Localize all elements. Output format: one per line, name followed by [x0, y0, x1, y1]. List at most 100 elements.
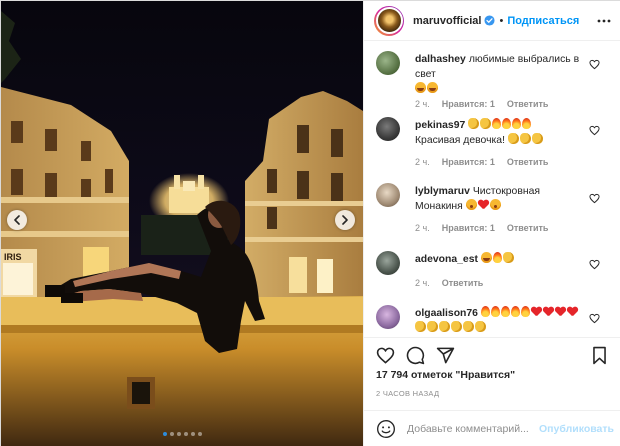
heart-icon[interactable] [376, 346, 395, 365]
fire-emoji-icon [492, 118, 502, 129]
comment-time[interactable]: 2 ч. [415, 99, 430, 109]
night-street-photo: IRIS [1, 1, 363, 446]
comment-meta: 2 ч. Нравится: 1 Ответить [415, 223, 548, 233]
clap-emoji-icon [451, 321, 462, 332]
post-side-panel: maruvofficial • Подписаться dalhashey люб… [363, 1, 620, 446]
bookmark-icon[interactable] [590, 346, 609, 365]
reply-button[interactable]: Ответить [507, 157, 549, 167]
comment-time[interactable]: 2 ч. [415, 157, 430, 167]
author-username[interactable]: maruvofficial [413, 15, 481, 27]
clap-emoji-icon [507, 133, 519, 144]
reply-button[interactable]: Ответить [507, 99, 549, 109]
more-options-icon[interactable] [597, 14, 611, 28]
post-header: maruvofficial • Подписаться [364, 1, 620, 41]
comment-meta: 2 ч. Нравится: 1 Ответить [415, 99, 548, 109]
likes-count[interactable]: 17 794 отметок "Нравится" [376, 369, 515, 381]
add-comment-bar: Опубликовать [364, 410, 620, 446]
heart-emoji-icon [478, 200, 489, 210]
chevron-left-icon [14, 215, 20, 225]
publish-button[interactable]: Опубликовать [539, 423, 614, 435]
header-separator: • [499, 14, 504, 27]
clap-emoji-icon [463, 321, 474, 332]
laugh-emoji-icon [480, 252, 492, 263]
like-comment-heart-icon[interactable] [589, 313, 600, 324]
share-icon[interactable] [436, 346, 455, 365]
comment-input[interactable] [407, 423, 535, 435]
comment-emojis [507, 133, 544, 146]
comment-emojis [468, 118, 532, 131]
comment-text: olgaalison76 [415, 306, 587, 336]
instagram-post: IRIS maruvofficial • Подписаться dalhash… [0, 0, 620, 446]
post-timestamp[interactable]: 2 ЧАСОВ НАЗАД [376, 389, 439, 398]
comment-meta: 2 ч. Ответить [415, 278, 483, 288]
comment-text: dalhashey любимые выбрались в свет [415, 52, 587, 97]
avatar-image [375, 7, 403, 34]
comment-likes[interactable]: Нравится: 1 [442, 223, 495, 233]
commenter-avatar[interactable] [376, 117, 400, 141]
post-actions-bar [364, 337, 620, 369]
comment-emojis [415, 82, 587, 97]
clap-emoji-icon [415, 321, 426, 332]
comment-meta: 2 ч. Нравится: 1 Ответить [415, 157, 548, 167]
commenter-username[interactable]: dalhashey [415, 54, 466, 65]
clap-emoji-icon [468, 118, 480, 129]
reply-button[interactable]: Ответить [442, 278, 484, 288]
clap-emoji-icon [502, 252, 514, 263]
commenter-avatar[interactable] [376, 305, 400, 329]
post-photo[interactable]: IRIS [1, 1, 363, 446]
comment-text: lyblymaruv Чистокровная Монакиня [415, 184, 587, 214]
commenter-avatar[interactable] [376, 51, 400, 75]
comment-emojis [465, 199, 502, 212]
fire-emoji-icon [510, 306, 520, 317]
comment-emojis [480, 252, 515, 265]
carousel-dot [176, 432, 181, 436]
clap-emoji-icon [475, 321, 486, 332]
reply-button[interactable]: Ответить [507, 223, 549, 233]
heart-emoji-icon [531, 307, 542, 317]
svg-text:IRIS: IRIS [4, 252, 22, 262]
comment-likes[interactable]: Нравится: 1 [442, 99, 495, 109]
carousel-dot [162, 432, 167, 436]
commenter-username[interactable]: lyblymaruv [415, 186, 470, 197]
like-comment-heart-icon[interactable] [589, 125, 600, 136]
emoji-smile-icon[interactable] [376, 419, 396, 439]
comment-time[interactable]: 2 ч. [415, 223, 430, 233]
comment-likes[interactable]: Нравится: 1 [442, 157, 495, 167]
fire-emoji-icon [522, 118, 532, 129]
commenter-avatar[interactable] [376, 251, 400, 275]
comments-list[interactable]: dalhashey любимые выбрались в свет 2 ч. Н… [364, 41, 620, 337]
comment-icon[interactable] [406, 346, 425, 365]
author-avatar[interactable] [374, 5, 404, 36]
laugh-emoji-icon [427, 82, 438, 93]
shy-emoji-icon [465, 199, 477, 210]
comment-time[interactable]: 2 ч. [415, 278, 430, 288]
comment-content: Красивая девочка! [415, 135, 505, 146]
commenter-username[interactable]: adevona_est [415, 254, 478, 265]
carousel-next-button[interactable] [335, 210, 355, 230]
chevron-right-icon [342, 215, 348, 225]
carousel-dot [169, 432, 174, 436]
heart-emoji-icon [543, 307, 554, 317]
fire-emoji-icon [490, 306, 500, 317]
fire-emoji-icon [480, 306, 490, 317]
clap-emoji-icon [439, 321, 450, 332]
carousel-dot [197, 432, 202, 436]
follow-button[interactable]: Подписаться [507, 15, 579, 27]
fire-emoji-icon [492, 252, 502, 263]
like-comment-heart-icon[interactable] [589, 59, 600, 70]
commenter-username[interactable]: olgaalison76 [415, 308, 478, 319]
carousel-prev-button[interactable] [7, 210, 27, 230]
clap-emoji-icon [531, 133, 543, 144]
like-comment-heart-icon[interactable] [589, 259, 600, 270]
fire-emoji-icon [500, 306, 510, 317]
fire-emoji-icon [512, 118, 522, 129]
laugh-emoji-icon [415, 82, 426, 93]
commenter-avatar[interactable] [376, 183, 400, 207]
like-comment-heart-icon[interactable] [589, 193, 600, 204]
comment-text: pekinas97 Красивая девочка! [415, 118, 587, 148]
shy-emoji-icon [489, 199, 501, 210]
carousel-dot [183, 432, 188, 436]
commenter-username[interactable]: pekinas97 [415, 120, 465, 131]
carousel-indicator [1, 432, 363, 436]
comment-text: adevona_est [415, 252, 587, 267]
